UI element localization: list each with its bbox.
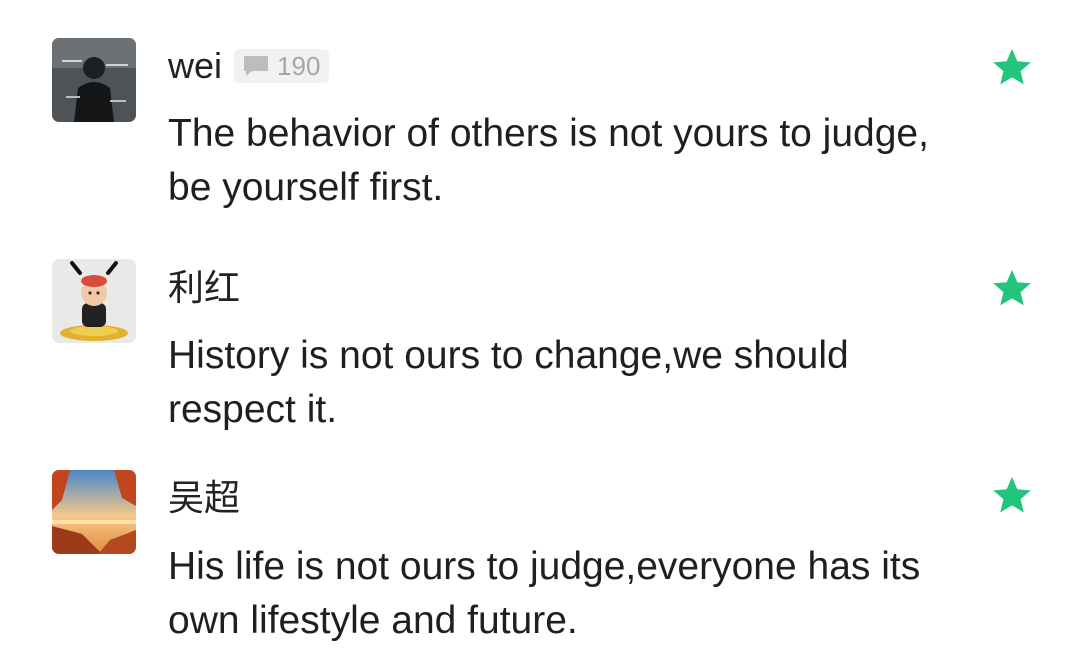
comment-header: wei 190 [168,46,330,86]
username[interactable]: 利红 [168,268,240,308]
comment-count-badge: 190 [234,49,330,83]
avatar[interactable] [52,470,136,554]
comment-header: 利红 [168,268,240,308]
comment-text: History is not ours to change,we should … [168,334,849,431]
comment-header: 吴超 [168,478,240,518]
star-icon[interactable] [990,267,1034,311]
avatar[interactable] [52,259,136,343]
comment-text: His life is not ours to judge,everyone h… [168,545,921,642]
comment-count: 190 [277,50,321,81]
star-icon[interactable] [990,46,1034,90]
username[interactable]: 吴超 [168,478,240,518]
avatar[interactable] [52,38,136,122]
avatar-image [52,38,136,122]
comment-bubble-icon [243,54,269,78]
comment-text: The behavior of others is not yours to j… [168,112,929,209]
avatar-image [52,259,136,343]
username[interactable]: wei [168,46,222,86]
avatar-image [52,470,136,554]
star-icon[interactable] [990,474,1034,518]
